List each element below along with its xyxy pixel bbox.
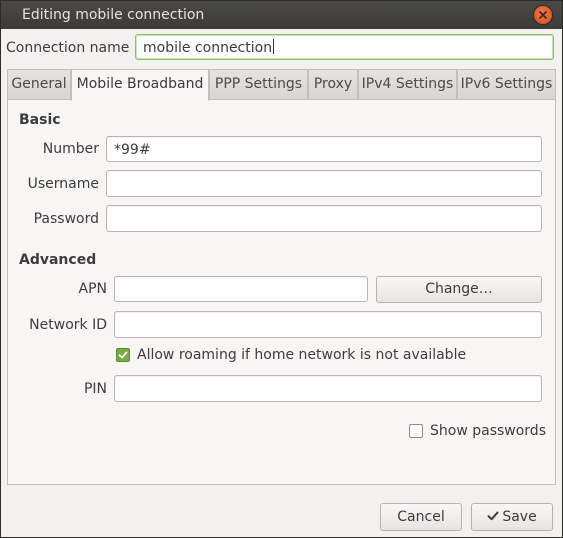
password-label: Password: [33, 211, 99, 227]
cancel-button-label: Cancel: [397, 509, 445, 525]
save-button-label: Save: [502, 509, 537, 525]
close-button[interactable]: [534, 6, 552, 24]
number-label: Number: [42, 141, 99, 157]
close-icon: [539, 11, 547, 19]
cancel-button[interactable]: Cancel: [380, 503, 462, 531]
checkmark-icon: [487, 511, 499, 521]
network-id-label: Network ID: [29, 317, 107, 333]
change-button-label: Change…: [425, 281, 493, 297]
dialog-window: Editing mobile connection Connection nam…: [0, 0, 563, 538]
connection-name-input[interactable]: mobile connection: [135, 34, 554, 60]
apn-label: APN: [78, 281, 108, 297]
tab-label: Proxy: [313, 76, 353, 92]
title-bar[interactable]: Editing mobile connection: [1, 1, 562, 29]
allow-roaming-checkbox[interactable]: [116, 348, 130, 362]
allow-roaming-label[interactable]: Allow roaming if home network is not ava…: [137, 346, 466, 364]
tab-mobile-broadband[interactable]: Mobile Broadband: [71, 69, 209, 101]
tab-label: IPv6 Settings: [460, 76, 553, 92]
tab-label: General: [11, 76, 67, 92]
tab-ipv4-settings[interactable]: IPv4 Settings: [358, 69, 457, 99]
pin-input[interactable]: [114, 375, 542, 402]
tab-label: PPP Settings: [214, 76, 303, 92]
change-apn-button[interactable]: Change…: [376, 276, 542, 303]
apn-input[interactable]: [114, 276, 368, 302]
username-input[interactable]: [106, 170, 542, 197]
text-cursor: [273, 39, 275, 54]
save-button[interactable]: Save: [471, 503, 553, 531]
tab-proxy[interactable]: Proxy: [308, 69, 358, 99]
show-passwords-label[interactable]: Show passwords: [430, 422, 546, 440]
connection-name-value: mobile connection: [143, 40, 273, 56]
network-id-input[interactable]: [114, 311, 542, 338]
pin-label: PIN: [83, 381, 107, 397]
tab-label: IPv4 Settings: [361, 76, 454, 92]
advanced-heading: Advanced: [19, 252, 97, 268]
tab-general[interactable]: General: [7, 69, 71, 99]
tab-ppp-settings[interactable]: PPP Settings: [209, 69, 308, 99]
password-input[interactable]: [106, 205, 542, 232]
tab-ipv6-settings[interactable]: IPv6 Settings: [457, 69, 556, 99]
number-value: *99#: [114, 142, 151, 158]
tab-label: Mobile Broadband: [76, 76, 204, 92]
basic-heading: Basic: [19, 112, 61, 128]
checkmark-icon: [118, 351, 128, 359]
connection-name-label: Connection name: [6, 40, 130, 56]
username-label: Username: [27, 176, 99, 192]
window-title: Editing mobile connection: [22, 7, 205, 23]
show-passwords-checkbox[interactable]: [409, 424, 423, 438]
number-input[interactable]: *99#: [106, 136, 542, 162]
